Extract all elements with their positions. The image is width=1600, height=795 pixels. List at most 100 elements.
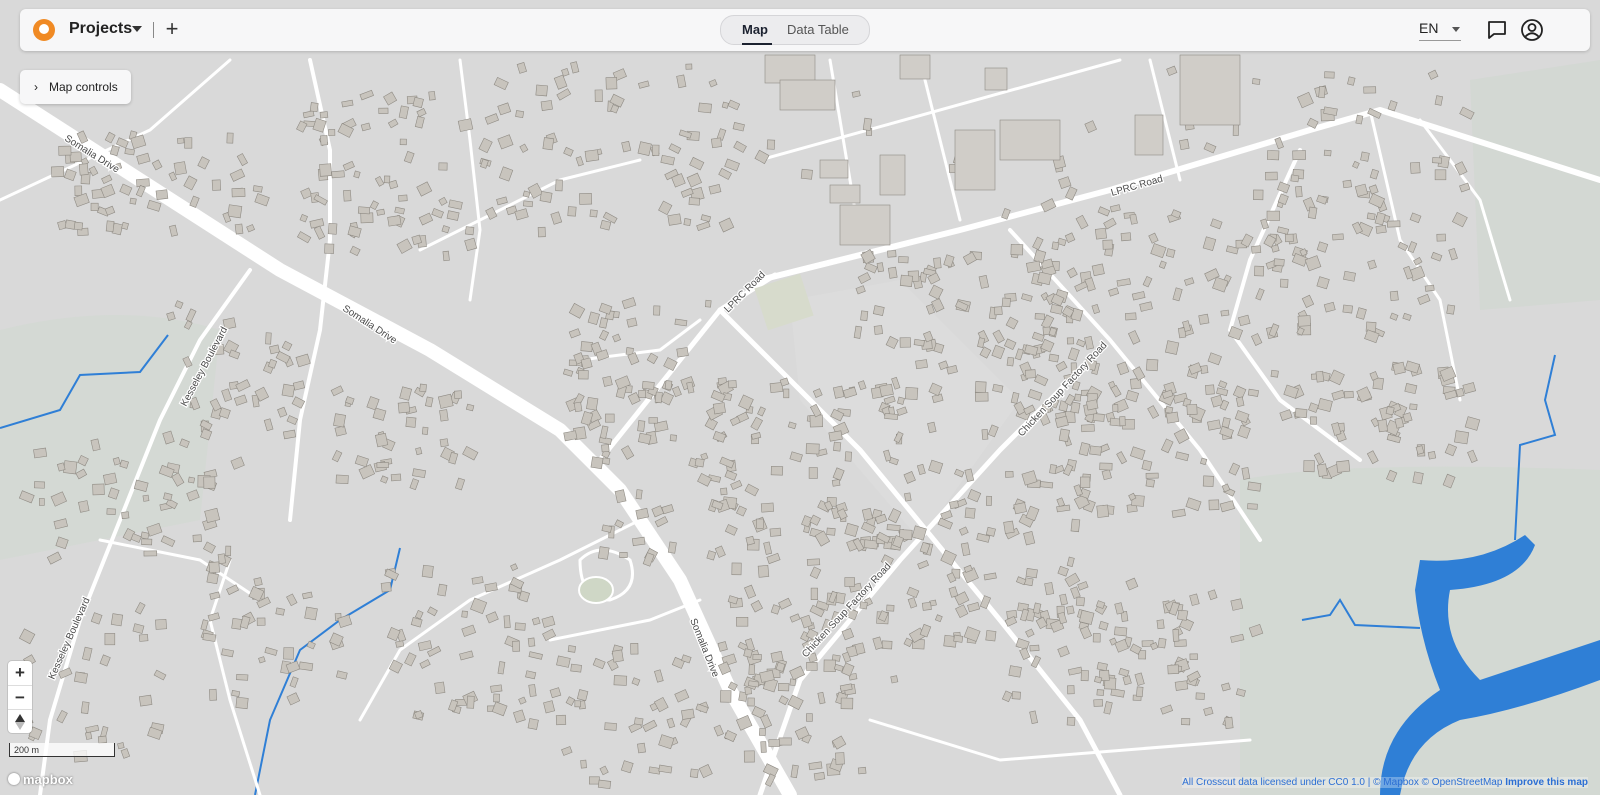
building-footprint bbox=[886, 604, 895, 612]
building-footprint bbox=[1094, 227, 1107, 240]
building-footprint bbox=[106, 508, 116, 515]
building-footprint bbox=[1198, 313, 1210, 325]
building-footprint bbox=[1179, 138, 1190, 151]
building-footprint bbox=[601, 457, 611, 465]
building-footprint bbox=[142, 494, 150, 502]
map-controls-label: Map controls bbox=[49, 80, 118, 94]
building-footprint bbox=[1355, 114, 1364, 125]
building-footprint bbox=[328, 129, 336, 136]
building-footprint bbox=[503, 615, 511, 629]
building-footprint bbox=[611, 649, 624, 663]
building-footprint bbox=[674, 318, 688, 327]
building-footprint bbox=[129, 197, 137, 205]
building-footprint bbox=[597, 779, 612, 790]
building-footprint bbox=[390, 473, 402, 482]
building-footprint bbox=[1070, 518, 1081, 533]
chat-icon[interactable] bbox=[1486, 20, 1508, 40]
building-footprint bbox=[1165, 411, 1180, 424]
building-footprint bbox=[1266, 150, 1280, 161]
building-footprint bbox=[324, 243, 335, 254]
building-footprint bbox=[437, 393, 454, 409]
building-footprint bbox=[747, 697, 755, 707]
building-footprint bbox=[633, 717, 644, 726]
building-footprint bbox=[985, 630, 997, 642]
building-footprint bbox=[522, 190, 531, 198]
app-logo-icon[interactable] bbox=[33, 19, 55, 41]
building-footprint bbox=[1145, 472, 1159, 479]
add-project-button[interactable]: + bbox=[160, 16, 184, 42]
zoom-in-button[interactable]: + bbox=[8, 661, 32, 685]
building-footprint bbox=[1323, 149, 1332, 157]
building-footprint bbox=[1424, 284, 1435, 292]
building-footprint bbox=[599, 219, 612, 231]
building-footprint bbox=[576, 689, 589, 702]
building-footprint bbox=[1025, 369, 1036, 379]
building-footprint bbox=[886, 524, 901, 532]
building-footprint bbox=[1254, 265, 1265, 277]
projects-dropdown-caret-icon[interactable] bbox=[130, 21, 146, 37]
building-footprint bbox=[876, 262, 885, 273]
map-controls-button[interactable]: › Map controls bbox=[20, 70, 131, 104]
building-footprint bbox=[405, 416, 417, 428]
map-attribution: All Crosscut data licensed under CC0 1.0… bbox=[1182, 777, 1588, 788]
building-footprint bbox=[78, 163, 89, 176]
building-footprint bbox=[863, 539, 879, 550]
building-footprint bbox=[140, 531, 150, 540]
user-icon[interactable] bbox=[1520, 18, 1544, 42]
building-footprint bbox=[573, 401, 583, 413]
building-footprint bbox=[378, 107, 389, 114]
building-footprint bbox=[637, 432, 652, 445]
chevron-down-icon[interactable] bbox=[1452, 27, 1460, 32]
building-footprint bbox=[1092, 413, 1105, 422]
building-footprint bbox=[117, 742, 125, 750]
building-footprint bbox=[570, 663, 582, 673]
building-footprint bbox=[281, 383, 296, 398]
building-footprint bbox=[1081, 424, 1095, 433]
building-footprint bbox=[828, 430, 843, 442]
building-footprint bbox=[1164, 340, 1180, 355]
building-footprint bbox=[584, 149, 600, 162]
building-footprint bbox=[1145, 478, 1155, 488]
building-footprint bbox=[523, 200, 534, 208]
building-footprint bbox=[1136, 686, 1144, 698]
attribution-text[interactable]: All Crosscut data licensed under CC0 1.0… bbox=[1182, 777, 1502, 788]
building-footprint bbox=[594, 89, 603, 103]
building-footprint bbox=[1354, 183, 1369, 197]
building-footprint bbox=[667, 541, 677, 554]
building-footprint bbox=[904, 386, 919, 401]
tab-map[interactable]: Map bbox=[742, 22, 768, 37]
building-footprint bbox=[1247, 388, 1259, 397]
building-footprint bbox=[884, 413, 899, 420]
building-footprint bbox=[899, 54, 931, 80]
divider bbox=[153, 22, 154, 38]
projects-title[interactable]: Projects bbox=[69, 20, 132, 38]
building-footprint bbox=[567, 206, 577, 217]
mapbox-logo[interactable]: mapbox bbox=[8, 772, 73, 787]
compass-button[interactable] bbox=[8, 709, 32, 734]
building-footprint bbox=[1336, 460, 1351, 473]
tab-data-table[interactable]: Data Table bbox=[787, 22, 849, 37]
improve-map-link[interactable]: Improve this map bbox=[1505, 777, 1588, 788]
building-footprint bbox=[1251, 245, 1262, 254]
building-footprint bbox=[637, 420, 646, 432]
building-footprint bbox=[399, 138, 407, 146]
building-footprint bbox=[514, 622, 526, 631]
building-footprint bbox=[1010, 243, 1024, 256]
building-footprint bbox=[1141, 459, 1153, 471]
building-footprint bbox=[667, 213, 682, 226]
building-footprint bbox=[1385, 406, 1395, 416]
building-footprint bbox=[1066, 605, 1075, 615]
building-footprint bbox=[421, 426, 429, 435]
building-footprint bbox=[1454, 430, 1470, 445]
building-footprint bbox=[360, 212, 374, 224]
building-footprint bbox=[844, 577, 855, 587]
building-footprint bbox=[211, 179, 222, 191]
building-footprint bbox=[1195, 692, 1205, 700]
building-footprint bbox=[397, 401, 411, 414]
zoom-out-button[interactable]: − bbox=[8, 685, 32, 710]
building-footprint bbox=[915, 359, 928, 370]
building-footprint bbox=[1332, 233, 1344, 241]
building-footprint bbox=[1232, 123, 1239, 136]
building-footprint bbox=[51, 166, 65, 178]
map-canvas[interactable]: Somalia Drive Somalia Drive Somalia Driv… bbox=[0, 0, 1600, 795]
